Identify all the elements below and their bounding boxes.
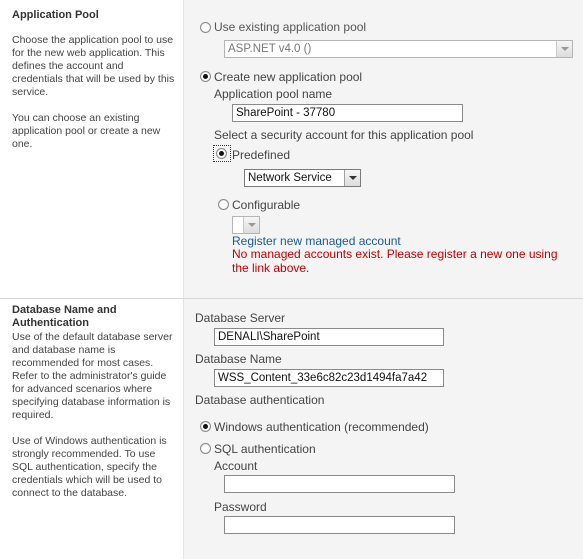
pool-name-label: Application pool name (214, 87, 333, 101)
configurable-label: Configurable (232, 198, 301, 212)
database-description-pane: Database Name and Authentication Use of … (0, 299, 184, 559)
predefined-radio[interactable] (216, 148, 227, 159)
pool-name-input[interactable] (232, 104, 463, 122)
no-managed-accounts-error: No managed accounts exist. Please regist… (232, 247, 558, 275)
database-controls-pane: Database Server Database Name Database a… (184, 299, 583, 559)
application-pool-section: Application Pool Choose the application … (0, 0, 583, 298)
create-new-pool-label: Create new application pool (214, 70, 363, 84)
database-section: Database Name and Authentication Use of … (0, 299, 583, 559)
database-name-label: Database Name (195, 352, 282, 366)
password-label: Password (214, 500, 267, 514)
windows-auth-label: Windows authentication (recommended) (214, 420, 429, 434)
application-pool-description-pane: Application Pool Choose the application … (0, 0, 184, 298)
database-auth-label: Database authentication (195, 393, 325, 407)
application-pool-controls-pane: Use existing application pool ASP.NET v4… (184, 0, 583, 298)
sql-auth-label: SQL authentication (214, 442, 316, 456)
predefined-label: Predefined (232, 148, 291, 162)
chevron-down-icon (243, 217, 259, 233)
windows-auth-radio[interactable] (200, 421, 211, 432)
configurable-account-select[interactable] (232, 216, 260, 234)
predefined-account-select[interactable]: Network Service (244, 169, 361, 187)
application-pool-description-2: You can choose an existing application p… (12, 112, 161, 150)
database-server-label: Database Server (195, 311, 286, 325)
create-new-pool-radio[interactable] (200, 71, 211, 82)
database-name-input[interactable] (214, 369, 444, 387)
database-description-2: Use of Windows authentication is strongl… (12, 435, 167, 499)
password-input[interactable] (224, 516, 455, 534)
chevron-down-icon (556, 41, 572, 57)
configurable-radio[interactable] (218, 199, 229, 210)
use-existing-pool-radio[interactable] (200, 22, 211, 33)
database-title: Database Name and Authentication (12, 304, 117, 329)
application-pool-title: Application Pool (12, 9, 99, 21)
existing-pool-select-value: ASP.NET v4.0 () (228, 43, 312, 55)
existing-pool-select[interactable]: ASP.NET v4.0 () (224, 40, 573, 58)
application-pool-description: Choose the application pool to use for t… (12, 34, 175, 98)
sql-auth-radio[interactable] (200, 443, 211, 454)
security-account-label: Select a security account for this appli… (214, 128, 474, 142)
register-managed-account-link[interactable]: Register new managed account (232, 234, 401, 248)
account-input[interactable] (224, 475, 455, 493)
database-description: Use of the default database server and d… (12, 331, 173, 421)
database-server-input[interactable] (214, 328, 444, 346)
chevron-down-icon (344, 170, 360, 186)
predefined-account-value: Network Service (248, 172, 332, 184)
account-label: Account (214, 459, 258, 473)
use-existing-pool-label: Use existing application pool (214, 20, 367, 34)
